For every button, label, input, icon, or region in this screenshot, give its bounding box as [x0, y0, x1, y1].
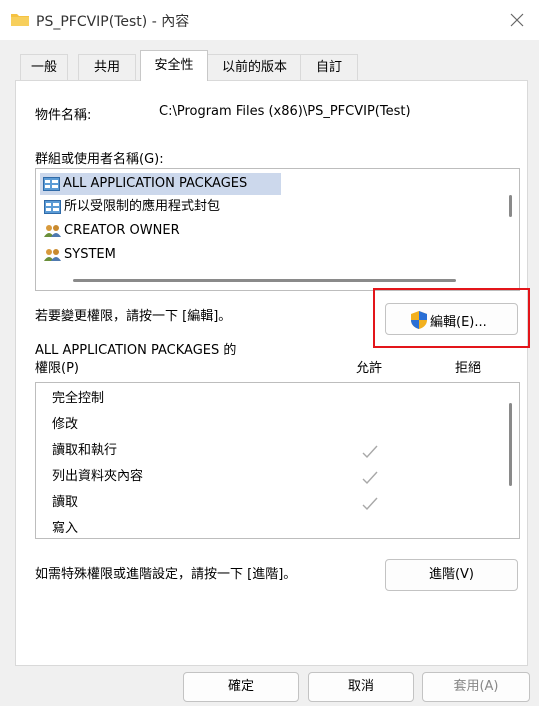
app-packages-icon	[43, 177, 60, 191]
tab-sharing[interactable]: 共用	[78, 54, 136, 81]
advanced-hint: 如需特殊權限或進階設定，請按一下 [進階]。	[35, 567, 297, 582]
permission-row: 列出資料夾內容	[52, 469, 144, 484]
list-item-label: CREATOR OWNER	[64, 223, 180, 238]
groups-label: 群組或使用者名稱(G):	[35, 152, 164, 167]
title-bar: PS_PFCVIP(Test) - 內容	[0, 0, 539, 40]
users-icon	[44, 225, 61, 237]
list-item[interactable]: ALL APPLICATION PACKAGES	[40, 173, 281, 195]
advanced-button[interactable]: 進階(V)	[385, 559, 518, 591]
allow-check-icon	[362, 445, 378, 459]
app-packages-icon	[44, 200, 61, 214]
permissions-header-line1: ALL APPLICATION PACKAGES 的	[35, 343, 237, 358]
tab-customize[interactable]: 自訂	[300, 54, 358, 81]
list-item-label: ALL APPLICATION PACKAGES	[63, 176, 248, 191]
groups-vertical-scrollbar[interactable]	[509, 195, 512, 217]
close-button[interactable]	[505, 9, 529, 31]
ok-button[interactable]: 確定	[183, 672, 299, 702]
tab-security[interactable]: 安全性	[140, 50, 208, 81]
object-name-label: 物件名稱:	[35, 108, 92, 123]
permission-row: 完全控制	[52, 391, 105, 406]
users-icon	[44, 249, 61, 261]
permissions-list: 完全控制 修改 讀取和執行 列出資料夾內容 讀取 寫入	[35, 382, 520, 539]
apply-button[interactable]: 套用(A)	[422, 672, 530, 702]
object-name-value: C:\Program Files (x86)\PS_PFCVIP(Test)	[159, 104, 411, 119]
cancel-button[interactable]: 取消	[308, 672, 414, 702]
close-icon	[510, 13, 524, 27]
edit-button[interactable]: 編輯(E)...	[385, 303, 518, 335]
permissions-scrollbar[interactable]	[509, 403, 512, 486]
folder-icon	[11, 14, 29, 26]
change-permissions-hint: 若要變更權限，請按一下 [編輯]。	[35, 309, 232, 324]
list-item-label: SYSTEM	[64, 247, 116, 262]
allow-check-icon	[362, 497, 378, 511]
permission-row: 讀取	[52, 495, 79, 510]
window-title: PS_PFCVIP(Test) - 內容	[36, 14, 190, 30]
uac-shield-icon	[411, 311, 427, 329]
deny-column-header: 拒絕	[455, 361, 482, 376]
permission-row: 讀取和執行	[52, 443, 118, 458]
tab-general[interactable]: 一般	[20, 54, 68, 81]
tab-previous-versions[interactable]: 以前的版本	[207, 54, 302, 81]
allow-check-icon	[362, 471, 378, 485]
permission-row: 寫入	[52, 521, 79, 536]
edit-button-label: 編輯(E)...	[430, 315, 487, 330]
allow-column-header: 允許	[356, 361, 383, 376]
list-item-label: 所以受限制的應用程式封包	[64, 199, 221, 214]
groups-horizontal-scrollbar[interactable]	[73, 279, 456, 282]
permission-row: 修改	[52, 417, 79, 432]
groups-list[interactable]: ALL APPLICATION PACKAGES 所以受限制的應用程式封包 CR…	[35, 168, 520, 291]
permissions-header-line2: 權限(P)	[35, 361, 79, 376]
